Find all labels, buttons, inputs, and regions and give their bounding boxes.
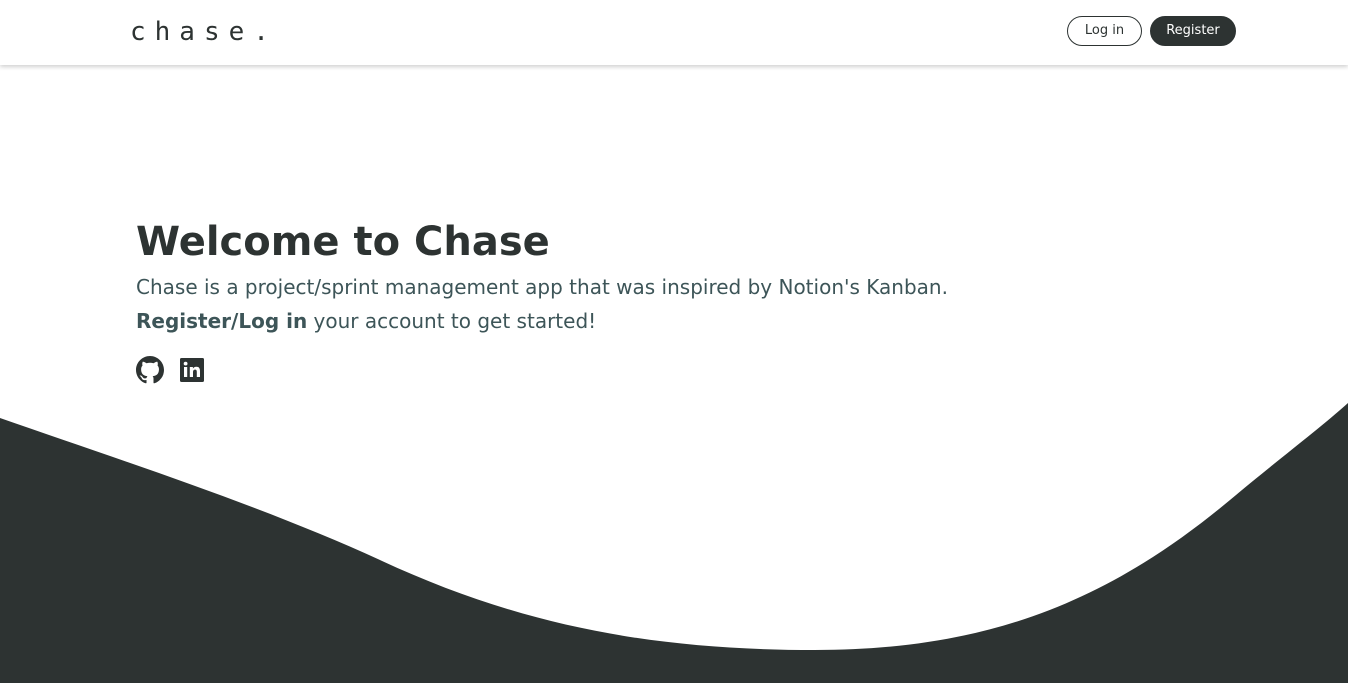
github-link[interactable] (136, 356, 164, 384)
hero-cta-text: your account to get started! (307, 309, 597, 333)
github-icon (136, 356, 164, 384)
landing-page: chase. Log in Register Welcome to Chase … (0, 0, 1348, 683)
navbar: chase. Log in Register (0, 0, 1348, 65)
hero-title: Welcome to Chase (136, 219, 550, 265)
social-links (136, 356, 948, 384)
hero-cta: Register/Log in your account to get star… (136, 306, 948, 336)
register-login-link[interactable]: Register/Log in (136, 309, 307, 333)
nav-actions: Log in Register (1067, 16, 1236, 46)
register-button[interactable]: Register (1150, 16, 1236, 46)
linkedin-icon (180, 358, 204, 382)
hero-section: Welcome to Chase Chase is a project/spri… (136, 218, 948, 384)
linkedin-link[interactable] (178, 356, 206, 384)
hero-description: Chase is a project/sprint management app… (136, 275, 948, 299)
login-button[interactable]: Log in (1067, 16, 1142, 46)
brand-logo[interactable]: chase. (130, 15, 278, 49)
